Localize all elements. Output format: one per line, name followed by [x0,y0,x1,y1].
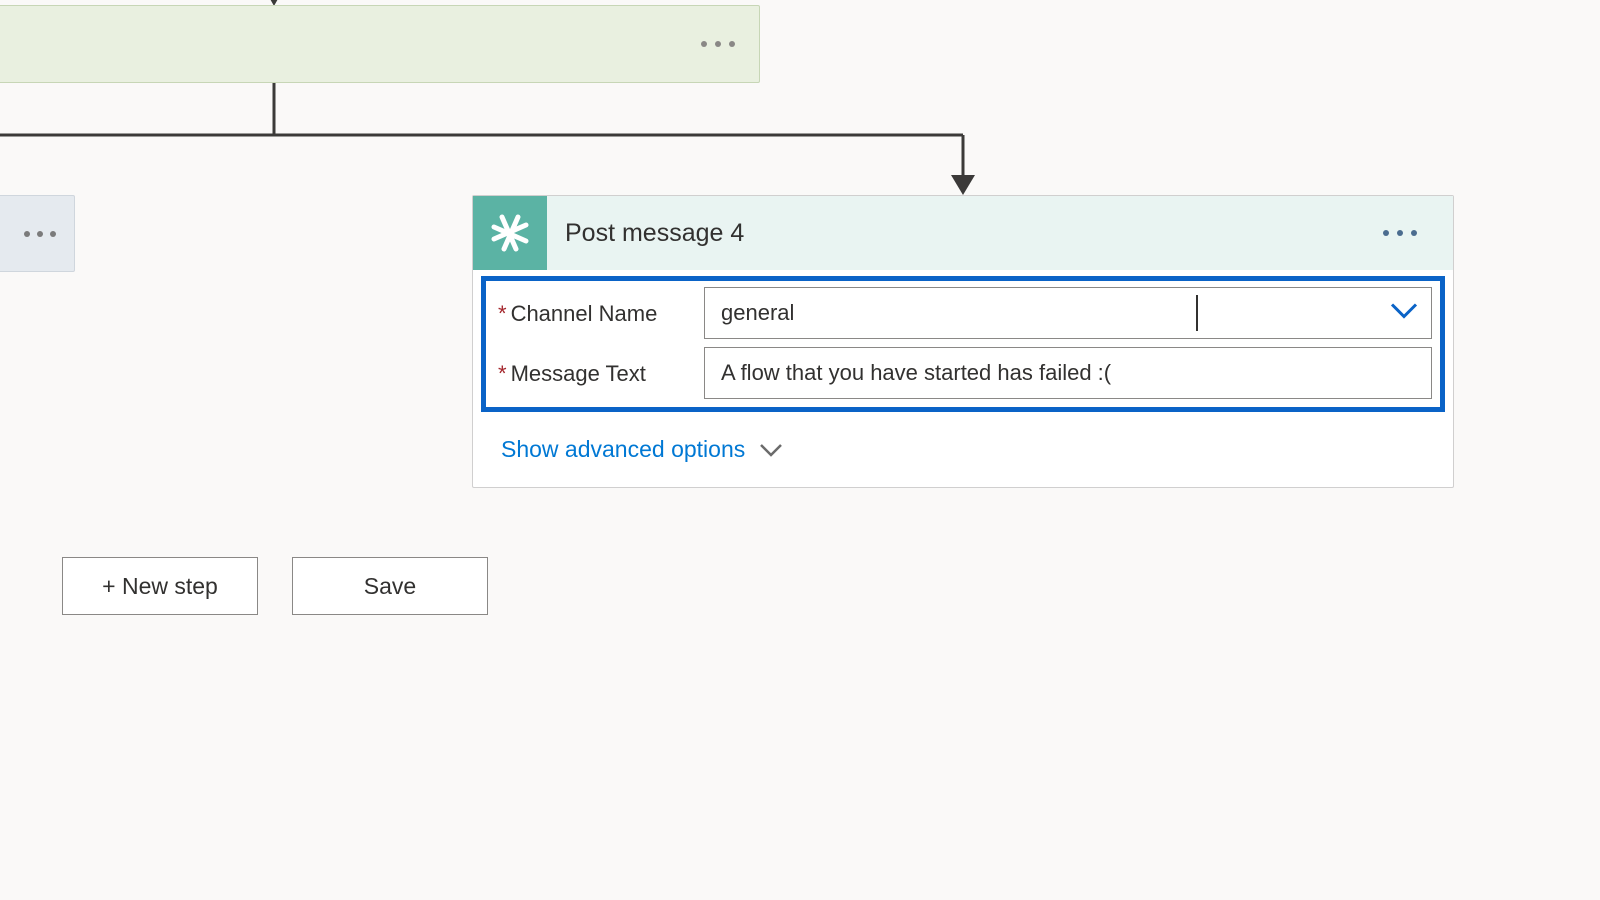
highlighted-fields: *Channel Name *Message Text [481,276,1445,412]
channel-name-row: *Channel Name [494,287,1432,339]
footer-button-row: + New step Save [62,557,488,615]
action-card-header[interactable]: Post message 4 [473,196,1453,270]
message-text-row: *Message Text [494,347,1432,399]
message-text-input[interactable] [704,347,1432,399]
new-step-button[interactable]: + New step [62,557,258,615]
message-text-label: *Message Text [494,347,704,399]
previous-step-card[interactable] [0,5,760,83]
previous-step-menu[interactable] [701,41,735,47]
post-message-card: Post message 4 *Channel Name *Message [472,195,1454,488]
channel-name-input[interactable] [704,287,1432,339]
branch-step-menu[interactable] [24,231,56,237]
action-card-menu[interactable] [1371,218,1429,248]
show-advanced-options[interactable]: Show advanced options [501,436,783,463]
branch-step-card[interactable] [0,195,75,272]
advanced-options-label: Show advanced options [501,436,745,463]
save-button[interactable]: Save [292,557,488,615]
chevron-down-icon [759,442,783,458]
channel-name-label: *Channel Name [494,287,704,339]
channel-dropdown-chevron-icon[interactable] [1390,302,1418,325]
action-card-title: Post message 4 [565,219,744,248]
slack-icon [473,196,547,270]
